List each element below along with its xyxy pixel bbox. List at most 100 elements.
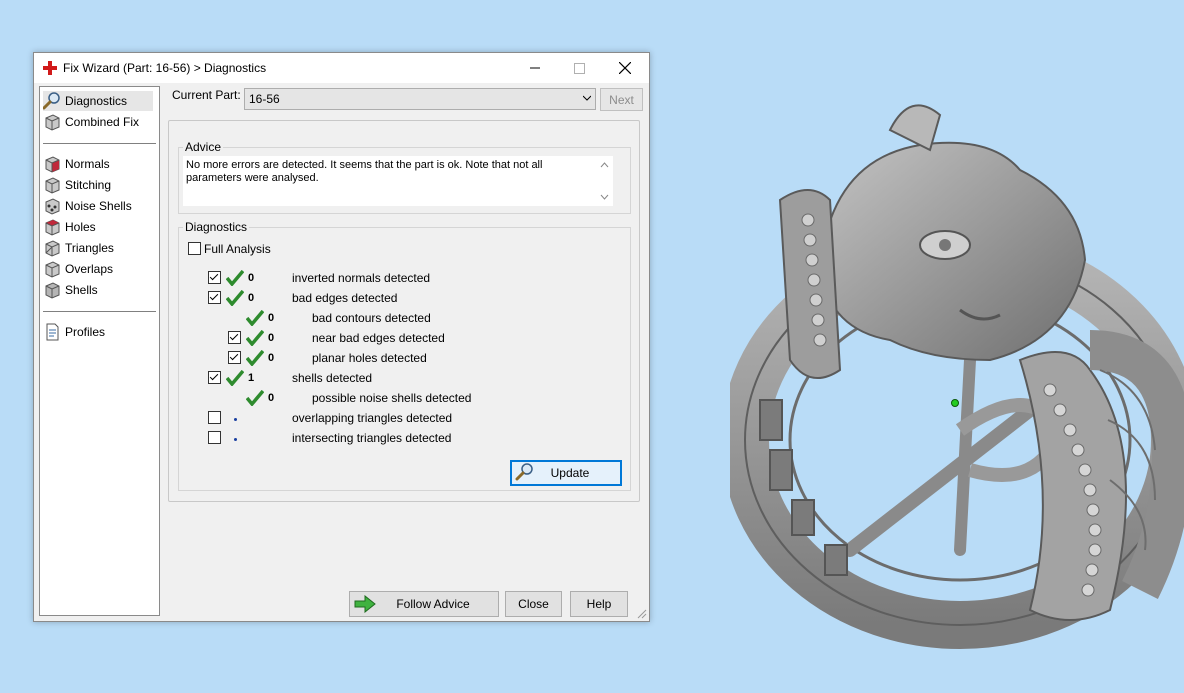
sidebar-item-overlaps[interactable]: Overlaps xyxy=(43,259,113,279)
cube-icon xyxy=(45,240,60,257)
diag-row-checkbox[interactable] xyxy=(208,371,221,384)
cube-icon xyxy=(45,114,60,131)
fix-wizard-dialog: Fix Wizard (Part: 16-56) > Diagnostics D… xyxy=(33,52,650,622)
sidebar-item-holes[interactable]: Holes xyxy=(43,217,96,237)
diag-row-checkbox[interactable] xyxy=(208,431,221,444)
current-part-select[interactable]: 16-56 xyxy=(244,88,596,110)
advice-group: Advice No more errors are detected. It s… xyxy=(178,140,631,214)
diag-row-checkbox[interactable] xyxy=(228,351,241,364)
update-button[interactable]: Update xyxy=(510,460,622,486)
diag-count: 0 xyxy=(268,312,275,324)
diagnostics-title: Diagnostics xyxy=(183,220,250,234)
minimize-button[interactable] xyxy=(512,53,557,83)
green-check-icon xyxy=(246,350,264,366)
sidebar-item-stitching[interactable]: Stitching xyxy=(43,175,111,195)
scroll-down-icon xyxy=(600,194,609,200)
maximize-icon xyxy=(574,62,585,74)
sidebar-item-label: Normals xyxy=(65,157,110,171)
advice-scrollbar[interactable] xyxy=(596,156,613,206)
diag-count: 0 xyxy=(248,272,255,284)
sidebar-item-profiles[interactable]: Profiles xyxy=(43,322,105,342)
close-icon xyxy=(618,62,631,74)
green-check-icon xyxy=(226,270,244,286)
sidebar-item-diagnostics[interactable]: Diagnostics xyxy=(43,91,153,111)
follow-advice-button[interactable]: Follow Advice xyxy=(349,591,499,617)
chevron-down-icon xyxy=(583,95,591,101)
minimize-icon xyxy=(529,67,540,69)
sidebar-item-label: Stitching xyxy=(65,178,112,192)
document-icon xyxy=(46,323,59,341)
sidebar-item-label: Profiles xyxy=(65,325,106,339)
update-label: Update xyxy=(550,466,590,480)
current-part-value: 16-56 xyxy=(249,92,280,106)
title-bar[interactable]: Fix Wizard (Part: 16-56) > Diagnostics xyxy=(34,53,649,83)
close-window-button[interactable] xyxy=(602,53,647,83)
diag-label: overlapping triangles detected xyxy=(292,411,453,425)
diag-label: planar holes detected xyxy=(312,351,427,365)
green-check-icon xyxy=(246,310,264,326)
sidebar-item-triangles[interactable]: Triangles xyxy=(43,238,114,258)
maximize-button[interactable] xyxy=(557,53,602,83)
advice-text: No more errors are detected. It seems th… xyxy=(186,159,543,184)
diag-label: bad contours detected xyxy=(312,311,431,325)
sidebar-item-label: Shells xyxy=(65,283,98,297)
diag-count: 0 xyxy=(248,292,255,304)
sidebar-item-label: Triangles xyxy=(65,241,114,255)
cube-icon xyxy=(45,282,60,299)
cube-red-face-icon xyxy=(45,156,60,173)
sidebar-item-label: Holes xyxy=(65,220,96,234)
cube-red-face-icon xyxy=(45,219,60,236)
full-analysis-checkbox[interactable] xyxy=(188,242,201,255)
sidebar-item-combined-fix[interactable]: Combined Fix xyxy=(43,112,139,132)
current-part-label: Current Part: xyxy=(172,88,241,102)
magnifier-icon xyxy=(43,92,60,110)
advice-title: Advice xyxy=(183,140,224,154)
diag-row-checkbox[interactable] xyxy=(208,271,221,284)
follow-advice-label: Follow Advice xyxy=(396,597,470,611)
green-check-icon xyxy=(226,370,244,386)
diag-count: 0 xyxy=(268,392,275,404)
next-button[interactable]: Next xyxy=(600,88,643,111)
resize-grip-icon[interactable] xyxy=(637,609,647,619)
cube-dots-icon xyxy=(45,198,60,215)
main-panel: Advice No more errors are detected. It s… xyxy=(168,120,640,502)
diag-count: 0 xyxy=(268,332,275,344)
diag-count: 0 xyxy=(268,352,275,364)
green-arrow-icon xyxy=(354,595,376,613)
sidebar-item-normals[interactable]: Normals xyxy=(43,154,110,174)
diag-row-checkbox[interactable] xyxy=(228,331,241,344)
cube-icon xyxy=(45,177,60,194)
sidebar-item-label: Combined Fix xyxy=(65,115,140,129)
sidebar-item-shells[interactable]: Shells xyxy=(43,280,98,300)
sidebar-item-label: Diagnostics xyxy=(65,94,128,108)
diag-row-checkbox[interactable] xyxy=(208,291,221,304)
diag-label: inverted normals detected xyxy=(292,271,431,285)
help-button[interactable]: Help xyxy=(570,591,628,617)
diag-label: shells detected xyxy=(292,371,373,385)
sidebar-separator xyxy=(43,311,156,312)
diag-row-checkbox[interactable] xyxy=(208,411,221,424)
green-check-icon xyxy=(246,330,264,346)
pending-dot-icon xyxy=(234,438,237,441)
ring-3d-model[interactable] xyxy=(730,90,1184,650)
cube-icon xyxy=(45,261,60,278)
diag-label: bad edges detected xyxy=(292,291,398,305)
magnifier-icon xyxy=(515,463,533,481)
pending-dot-icon xyxy=(234,418,237,421)
diag-label: possible noise shells detected xyxy=(312,391,472,405)
scroll-up-icon xyxy=(600,162,609,168)
advice-textbox[interactable]: No more errors are detected. It seems th… xyxy=(183,156,613,206)
diag-label: intersecting triangles detected xyxy=(292,431,452,445)
sidebar-item-label: Noise Shells xyxy=(65,199,132,213)
sidebar-separator xyxy=(43,143,156,144)
sidebar: Diagnostics Combined Fix Normals Stitchi… xyxy=(39,86,160,616)
full-analysis-label: Full Analysis xyxy=(204,242,271,256)
sidebar-item-noise-shells[interactable]: Noise Shells xyxy=(43,196,132,216)
diag-label: near bad edges detected xyxy=(312,331,445,345)
window-title: Fix Wizard (Part: 16-56) > Diagnostics xyxy=(63,61,267,75)
close-button[interactable]: Close xyxy=(505,591,562,617)
green-check-icon xyxy=(226,290,244,306)
diagnostics-group: Diagnostics Full Analysis 0 inverted nor… xyxy=(178,220,631,491)
red-cross-icon xyxy=(43,61,57,75)
sidebar-item-label: Overlaps xyxy=(65,262,114,276)
